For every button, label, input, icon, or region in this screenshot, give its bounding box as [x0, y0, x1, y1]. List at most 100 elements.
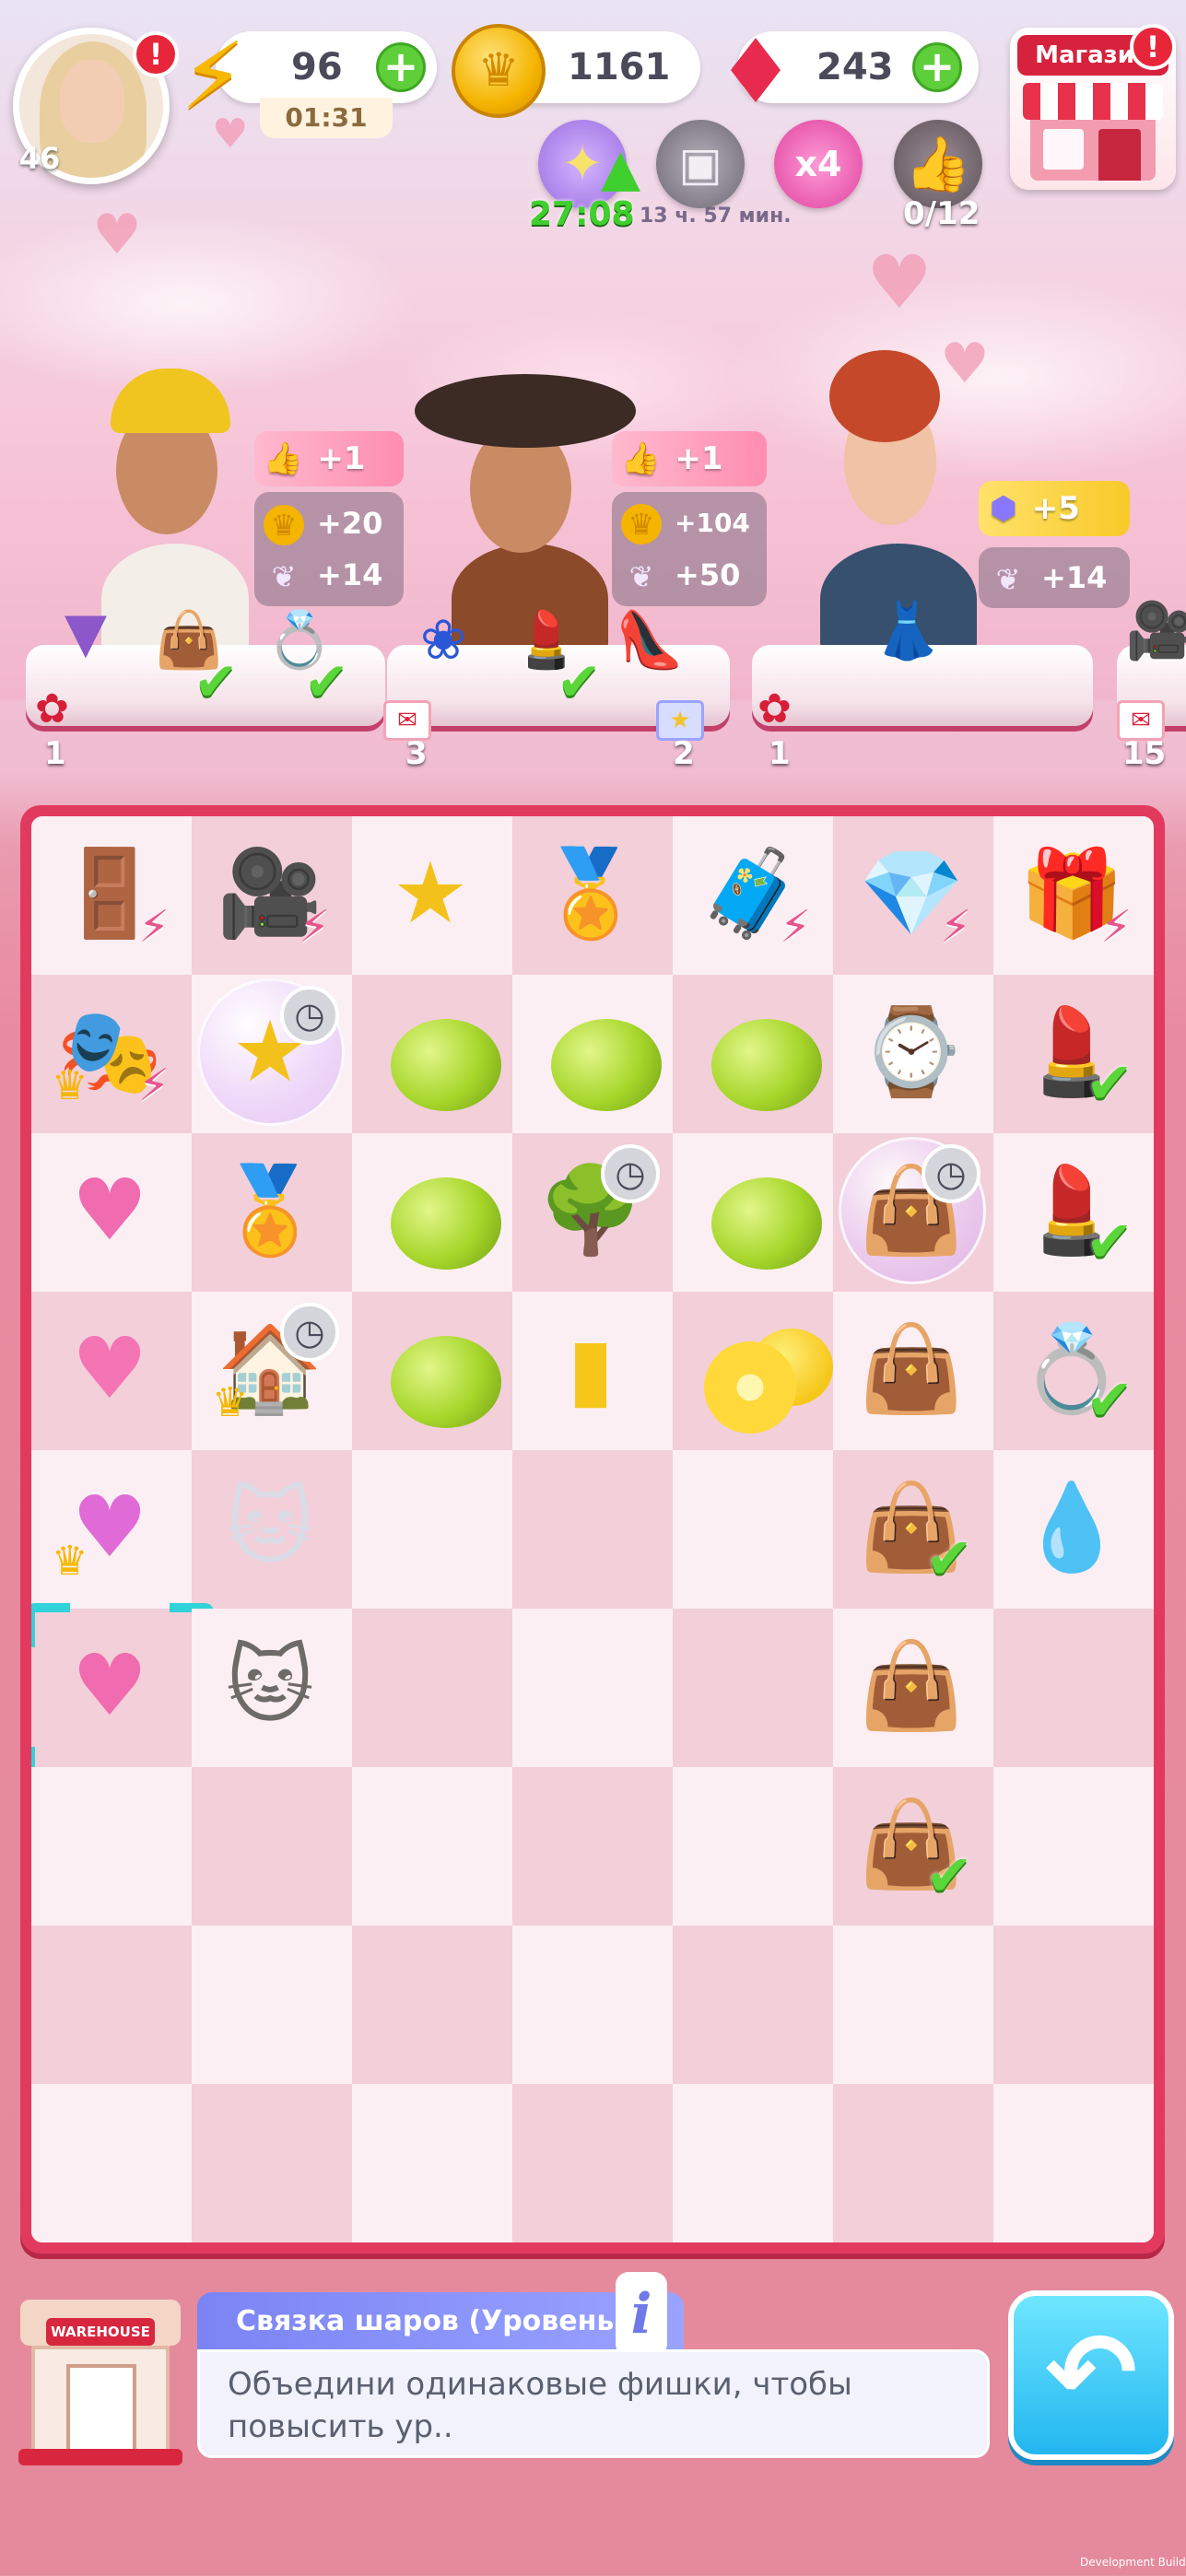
board-cell[interactable]: ★ [352, 816, 512, 975]
lime-item[interactable] [365, 988, 501, 1117]
dress-order-item[interactable]: 👗 [866, 590, 949, 673]
board-cell[interactable]: 👜 [833, 1609, 993, 1767]
balloon-bundle-item[interactable]: ♥ [44, 1146, 175, 1275]
board-cell[interactable]: 🧳 ⚡ [673, 816, 833, 975]
board-cell[interactable]: ♥ [31, 1292, 192, 1450]
board-cell[interactable]: ★ ◷ [192, 975, 352, 1133]
bubbled-star-item[interactable]: ★ ◷ [205, 986, 339, 1117]
board-cell[interactable] [673, 1609, 833, 1767]
board-cell[interactable] [993, 1767, 1154, 1926]
bubbled-handbag-item[interactable]: 👜 ◷ [846, 1144, 981, 1275]
board-cell[interactable]: 💄 ✔ [993, 975, 1154, 1133]
selected-balloon-bundle-item[interactable]: ♥ [44, 1622, 175, 1751]
star-trophy-item[interactable]: ★ [365, 829, 496, 958]
board-cell[interactable] [673, 1133, 833, 1292]
board-cell[interactable]: 🎭 ♛ ⚡ [31, 975, 192, 1133]
board-cell[interactable] [352, 1450, 512, 1609]
board-cell[interactable] [993, 2084, 1154, 2242]
board-cell[interactable]: 💧 [993, 1450, 1154, 1609]
lime-item[interactable] [686, 1146, 822, 1275]
add-gems-button[interactable]: + [912, 42, 962, 92]
board-cell[interactable]: 💄 ✔ [993, 1133, 1154, 1292]
board-cell[interactable] [993, 1926, 1154, 2084]
board-cell[interactable]: ♥ [31, 1133, 192, 1292]
board-cell[interactable] [352, 1926, 512, 2084]
brown-handbag-item[interactable]: 👜 [846, 1305, 977, 1434]
yellow-handbag-item[interactable]: 👜 ✔ [846, 1780, 977, 1909]
board-cell[interactable] [673, 1767, 833, 1926]
board-cell[interactable] [512, 1767, 673, 1926]
undo-button[interactable]: ↶ [1008, 2290, 1174, 2460]
board-cell[interactable]: 👜 ✔ [833, 1450, 993, 1609]
board-cell[interactable] [31, 2084, 192, 2242]
skirt-order-item[interactable]: ▼ [44, 591, 127, 674]
gift-box-button[interactable]: ▣ [656, 120, 745, 208]
add-energy-button[interactable]: + [376, 42, 426, 92]
info-icon[interactable]: i [616, 2272, 667, 2357]
makeup-case-generator[interactable]: 🧳 ⚡ [686, 829, 816, 958]
board-cell[interactable]: 👜 ◷ [833, 1133, 993, 1292]
medal-item[interactable]: 🏅 [525, 829, 656, 958]
heart-balloon-item[interactable]: ♥ [44, 1305, 175, 1434]
board-cell[interactable] [31, 1767, 192, 1926]
earrings-item[interactable]: 💧 [1006, 1463, 1137, 1592]
board-cell[interactable]: 🐱 [192, 1609, 352, 1767]
medal-item[interactable]: 🏅 [205, 1146, 335, 1275]
board-cell[interactable]: 🚪 ⚡ [31, 816, 192, 975]
lemon-popsicle-item[interactable]: ▮ [525, 1305, 656, 1434]
lemon-item[interactable] [686, 1305, 833, 1434]
board-cell[interactable]: 🐱 [192, 1450, 352, 1609]
board-cell[interactable]: 🏅 [192, 1133, 352, 1292]
board-cell[interactable] [352, 1609, 512, 1767]
board-cell[interactable]: ♥ [31, 1603, 214, 1791]
board-cell[interactable] [352, 1767, 512, 1926]
yellow-handbag-item[interactable]: 👜 ✔ [846, 1463, 977, 1592]
board-cell[interactable]: 🎥 ⚡ [192, 816, 352, 975]
jewelry-box-generator[interactable]: 💎 ⚡ [846, 829, 977, 958]
heels-order-item[interactable]: 👠 [608, 599, 691, 682]
watch-item[interactable]: ⌚ [846, 988, 977, 1117]
board-cell[interactable]: 🏅 [512, 816, 673, 975]
camera-order-item[interactable]: 🎥 [1119, 590, 1186, 673]
board-cell[interactable] [512, 1926, 673, 2084]
lipstick-item[interactable]: 💄 ✔ [1006, 988, 1137, 1117]
board-cell[interactable] [192, 1926, 352, 2084]
board-cell[interactable]: ▮ [512, 1292, 673, 1450]
board-cell[interactable] [993, 1609, 1154, 1767]
board-cell[interactable] [31, 1926, 192, 2084]
tote-bag-item[interactable]: 👜 [846, 1622, 977, 1751]
board-cell[interactable] [352, 1292, 512, 1450]
ring-item[interactable]: 💍 ✔ [1006, 1305, 1137, 1434]
board-cell[interactable] [673, 975, 833, 1133]
board-cell[interactable]: 👜 [833, 1292, 993, 1450]
board-cell[interactable]: ⌚ [833, 975, 993, 1133]
board-cell[interactable]: 💎 ⚡ [833, 816, 993, 975]
board-cell[interactable]: 🎁 ⚡ [993, 816, 1154, 975]
wardrobe-generator[interactable]: 🚪 ⚡ [44, 829, 175, 958]
gray-kitten-item[interactable]: 🐱 [205, 1622, 335, 1751]
board-cell[interactable] [673, 1926, 833, 2084]
board-cell[interactable] [833, 1926, 993, 2084]
board-cell[interactable] [512, 1450, 673, 1609]
board-cell[interactable] [352, 975, 512, 1133]
balloon-bundle-crowned-item[interactable]: ♥ ♛ [44, 1463, 175, 1592]
board-cell[interactable] [192, 1767, 352, 1926]
lime-item[interactable] [365, 1146, 501, 1275]
warehouse-button[interactable]: WAREHOUSE [13, 2290, 188, 2465]
lemon-tree-generator[interactable]: 🌳 ◷ [525, 1144, 660, 1275]
gift-boxes-generator[interactable]: 🎁 ⚡ [1006, 829, 1137, 958]
board-cell[interactable] [673, 2084, 833, 2242]
cat-bed-generator[interactable]: 🏠 ♛ ◷ [205, 1303, 339, 1434]
board-cell[interactable] [352, 1133, 512, 1292]
lime-item[interactable] [686, 988, 822, 1117]
board-cell[interactable]: ♥ ♛ [31, 1450, 192, 1609]
brooch-order-item[interactable]: ❀ [402, 599, 485, 682]
board-cell[interactable]: 🏠 ♛ ◷ [192, 1292, 352, 1450]
board-cell[interactable]: 👜 ✔ [833, 1767, 993, 1926]
lime-item[interactable] [525, 988, 662, 1117]
board-cell[interactable] [512, 1609, 673, 1767]
board-cell[interactable] [673, 1450, 833, 1609]
board-cell[interactable] [833, 2084, 993, 2242]
board-cell[interactable] [512, 975, 673, 1133]
stage-generator[interactable]: 🎭 ♛ ⚡ [44, 988, 175, 1117]
